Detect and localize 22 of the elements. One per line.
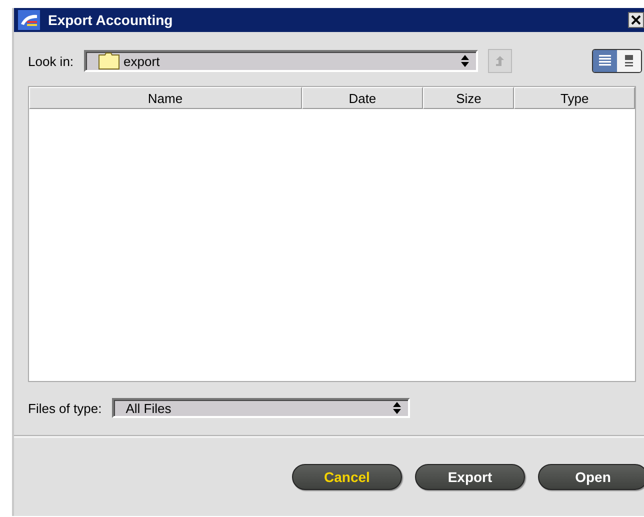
app-icon xyxy=(18,10,40,30)
updown-arrow-icon xyxy=(460,54,470,68)
file-list[interactable]: Name Date Size Type xyxy=(28,86,636,382)
list-view-button[interactable] xyxy=(593,50,617,72)
files-of-type-label: Files of type: xyxy=(28,400,102,416)
look-in-label: Look in: xyxy=(28,54,74,68)
updown-arrow-icon xyxy=(392,401,402,415)
details-icon xyxy=(622,54,636,68)
open-button[interactable]: Open xyxy=(538,464,644,490)
column-header[interactable]: Date xyxy=(302,87,424,109)
cancel-button[interactable]: Cancel xyxy=(292,464,402,490)
list-icon xyxy=(598,54,612,68)
export-button[interactable]: Export xyxy=(415,464,525,490)
folder-icon xyxy=(98,52,120,70)
column-header[interactable]: Size xyxy=(423,87,514,109)
window-title: Export Accounting xyxy=(48,12,173,28)
look-in-dropdown[interactable]: export xyxy=(84,50,478,72)
column-header[interactable]: Type xyxy=(514,87,635,109)
close-icon[interactable] xyxy=(628,12,644,28)
column-header[interactable]: Name xyxy=(29,87,302,109)
details-view-button[interactable] xyxy=(617,50,641,72)
files-of-type-dropdown[interactable]: All Files xyxy=(112,398,410,418)
